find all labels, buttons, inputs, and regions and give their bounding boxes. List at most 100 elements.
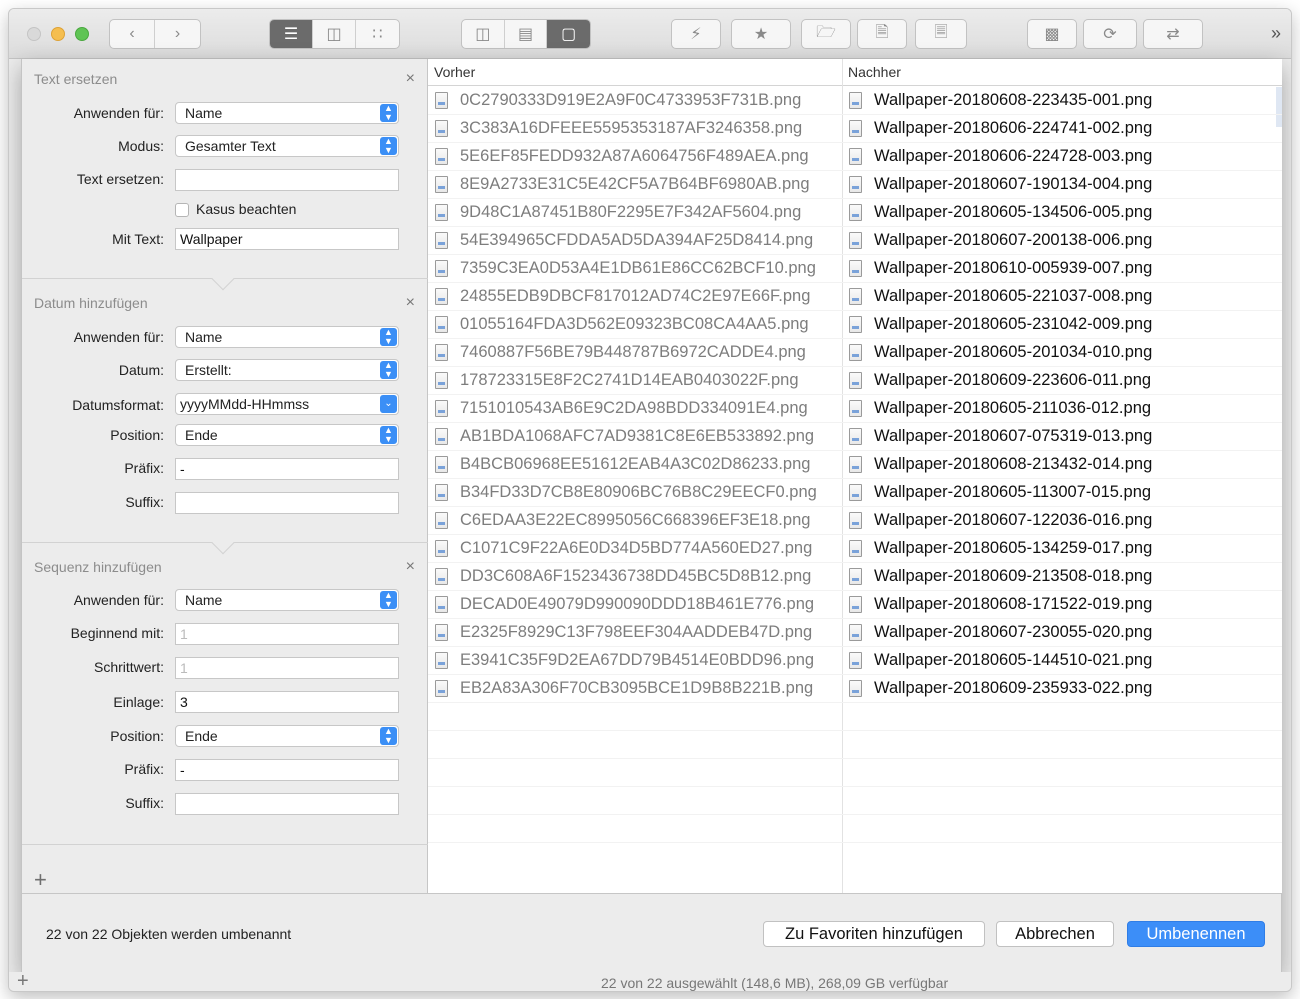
single-pane-icon: ▢ — [561, 26, 577, 43]
cancel-button[interactable]: Abbrechen — [996, 921, 1114, 947]
before-cell: 8E9A2733E31C5E42CF5A7B64BF6980AB.png — [435, 175, 810, 194]
table-row[interactable]: B4BCB06968EE51612EAB4A3C02D86233.png Wall… — [428, 451, 1282, 479]
suffix-field[interactable] — [175, 793, 399, 815]
date-popup[interactable]: Erstellt: ▲ ▼ — [175, 359, 399, 381]
new-folder-button[interactable]: 🗁 — [801, 19, 851, 49]
lightning-icon: ⚡ — [690, 26, 702, 43]
prefix-field[interactable]: - — [175, 759, 399, 781]
apply-label: Anwenden für: — [73, 329, 164, 345]
quick-action-button[interactable]: ⚡ — [671, 19, 721, 49]
apply-popup[interactable]: Name ▲ ▼ — [175, 589, 399, 611]
star-icon: ★ — [753, 26, 769, 43]
table-row[interactable]: 7151010543AB6E9C2DA98BDD334091E4.png Wall… — [428, 395, 1282, 423]
close-icon[interactable]: × — [406, 70, 415, 88]
png-file-icon — [435, 400, 448, 417]
table-row[interactable]: 178723315E8F2C2741D14EAB0403022F.png Wall… — [428, 367, 1282, 395]
minimize-window-button[interactable] — [51, 27, 65, 41]
table-row[interactable]: 7359C3EA0D53A4E1DB61E86CC62BCF10.png Wall… — [428, 255, 1282, 283]
terminal-button[interactable]: ▩ — [1027, 19, 1077, 49]
prefix-field[interactable]: - — [175, 458, 399, 480]
table-row[interactable]: 9D48C1A87451B80F2295E7F342AF5604.png Wall… — [428, 199, 1282, 227]
after-cell: Wallpaper-20180605-113007-015.png — [849, 483, 1151, 502]
after-cell: Wallpaper-20180607-230055-020.png — [849, 623, 1152, 642]
start-label: Beginnend mit: — [70, 625, 164, 641]
split-vertical-button[interactable]: ◫ — [462, 20, 505, 48]
table-row[interactable]: C6EDAA3E22EC8995056C668396EF3E18.png Wall… — [428, 507, 1282, 535]
updown-icon: ▲ ▼ — [380, 426, 397, 444]
new-file-button[interactable]: 🗎 — [857, 19, 907, 49]
date-format-combobox[interactable]: yyyyMMdd-HHmmss ⌄ — [175, 393, 399, 415]
before-cell: 7359C3EA0D53A4E1DB61E86CC62BCF10.png — [435, 259, 816, 278]
with-text-field[interactable]: Wallpaper — [175, 228, 399, 250]
png-file-icon — [435, 316, 448, 333]
table-row[interactable]: 3C383A16DFEEE5595353187AF3246358.png Wall… — [428, 115, 1282, 143]
before-cell: EB2A83A306F70CB3095BCE1D9B8B221B.png — [435, 679, 813, 698]
table-row[interactable]: 0C2790333D919E2A9F0C4733953F731B.png Wall… — [428, 87, 1282, 115]
column-view-button[interactable]: ◫ — [313, 20, 356, 48]
forward-button[interactable]: › — [155, 20, 200, 48]
single-pane-button[interactable]: ▢ — [547, 20, 590, 48]
before-filename: E3941C35F9D2EA67DD79B4514E0BDD96.png — [460, 651, 815, 669]
png-file-icon — [849, 680, 862, 697]
maximize-window-button[interactable] — [75, 27, 89, 41]
table-row[interactable]: 01055164FDA3D562E09323BC08CA4AA5.png Wall… — [428, 311, 1282, 339]
date-value: Erstellt: — [185, 362, 232, 378]
before-cell: E2325F8929C13F798EEF304AADDEB47D.png — [435, 623, 812, 642]
rename-button[interactable]: Umbenennen — [1127, 921, 1265, 947]
after-cell: Wallpaper-20180605-201034-010.png — [849, 343, 1152, 362]
blank-file-button[interactable]: 🗏 — [915, 19, 967, 49]
after-cell: Wallpaper-20180607-075319-013.png — [849, 427, 1152, 446]
table-row[interactable]: 24855EDB9DBCF817012AD74C2E97E66F.png Wall… — [428, 283, 1282, 311]
case-sensitive-checkbox[interactable] — [175, 203, 189, 217]
column-header-before[interactable]: Vorher — [434, 64, 475, 80]
table-row[interactable]: 54E394965CFDDA5AD5DA394AF25D8414.png Wall… — [428, 227, 1282, 255]
list-view-button[interactable]: ☰ — [270, 20, 313, 48]
after-filename: Wallpaper-20180609-223606-011.png — [874, 371, 1152, 389]
table-row[interactable]: EB2A83A306F70CB3095BCE1D9B8B221B.png Wall… — [428, 675, 1282, 703]
png-file-icon — [849, 540, 862, 557]
mode-popup[interactable]: Gesamter Text ▲ ▼ — [175, 135, 399, 157]
close-window-button[interactable] — [27, 27, 41, 41]
apply-popup[interactable]: Name ▲ ▼ — [175, 102, 399, 124]
after-filename: Wallpaper-20180605-144510-021.png — [874, 651, 1153, 669]
compare-button[interactable]: ⇄ — [1143, 19, 1203, 49]
png-file-icon — [849, 288, 862, 305]
table-row[interactable]: 8E9A2733E31C5E42CF5A7B64BF6980AB.png Wall… — [428, 171, 1282, 199]
close-icon[interactable]: × — [406, 558, 415, 576]
replace-text-field[interactable] — [175, 169, 399, 191]
table-row[interactable]: E3941C35F9D2EA67DD79B4514E0BDD96.png Wall… — [428, 647, 1282, 675]
table-row[interactable]: 7460887F56BE79B448787B6972CADDE4.png Wall… — [428, 339, 1282, 367]
table-row[interactable]: DECAD0E49079D990090DDD18B461E776.png Wall… — [428, 591, 1282, 619]
position-popup[interactable]: Ende ▲ ▼ — [175, 424, 399, 446]
table-row[interactable]: B34FD33D7CB8E80906BC76B8C29EECF0.png Wall… — [428, 479, 1282, 507]
split-horizontal-button[interactable]: ▤ — [505, 20, 548, 48]
grid-view-button[interactable]: ∷ — [356, 20, 399, 48]
add-rule-button[interactable]: + — [34, 867, 47, 893]
replace-text-section: Text ersetzen × Anwenden für: Name ▲ ▼ Mo… — [22, 59, 428, 291]
step-field[interactable]: 1 — [175, 657, 399, 679]
position-popup[interactable]: Ende ▲ ▼ — [175, 725, 399, 747]
column-header-after[interactable]: Nachher — [848, 64, 901, 80]
padding-field[interactable]: 3 — [175, 691, 399, 713]
sync-button[interactable]: ⟳ — [1083, 19, 1137, 49]
table-row[interactable]: DD3C608A6F1523436738DD45BC5D8B12.png Wall… — [428, 563, 1282, 591]
table-row[interactable]: C1071C9F22A6E0D34D5BD774A560ED27.png Wall… — [428, 535, 1282, 563]
add-button[interactable]: + — [17, 970, 29, 991]
apply-popup[interactable]: Name ▲ ▼ — [175, 326, 399, 348]
start-field[interactable]: 1 — [175, 623, 399, 645]
table-row[interactable]: AB1BDA1068AFC7AD9381C8E6EB533892.png Wall… — [428, 423, 1282, 451]
png-file-icon — [435, 204, 448, 221]
date-label: Datum: — [118, 362, 164, 378]
toolbar-overflow-button[interactable]: » — [1271, 23, 1281, 44]
png-file-icon — [435, 260, 448, 277]
add-to-favorites-button[interactable]: Zu Favoriten hinzufügen — [763, 921, 985, 947]
back-button[interactable]: ‹ — [110, 20, 156, 48]
after-filename: Wallpaper-20180607-075319-013.png — [874, 427, 1153, 445]
favorite-button[interactable]: ★ — [731, 19, 791, 49]
suffix-field[interactable] — [175, 492, 399, 514]
table-row[interactable]: 5E6EF85FEDD932A87A6064756F489AEA.png Wall… — [428, 143, 1282, 171]
png-file-icon — [435, 92, 448, 109]
after-filename: Wallpaper-20180605-134506-005.png — [874, 203, 1153, 221]
close-icon[interactable]: × — [406, 294, 415, 312]
table-row[interactable]: E2325F8929C13F798EEF304AADDEB47D.png Wall… — [428, 619, 1282, 647]
